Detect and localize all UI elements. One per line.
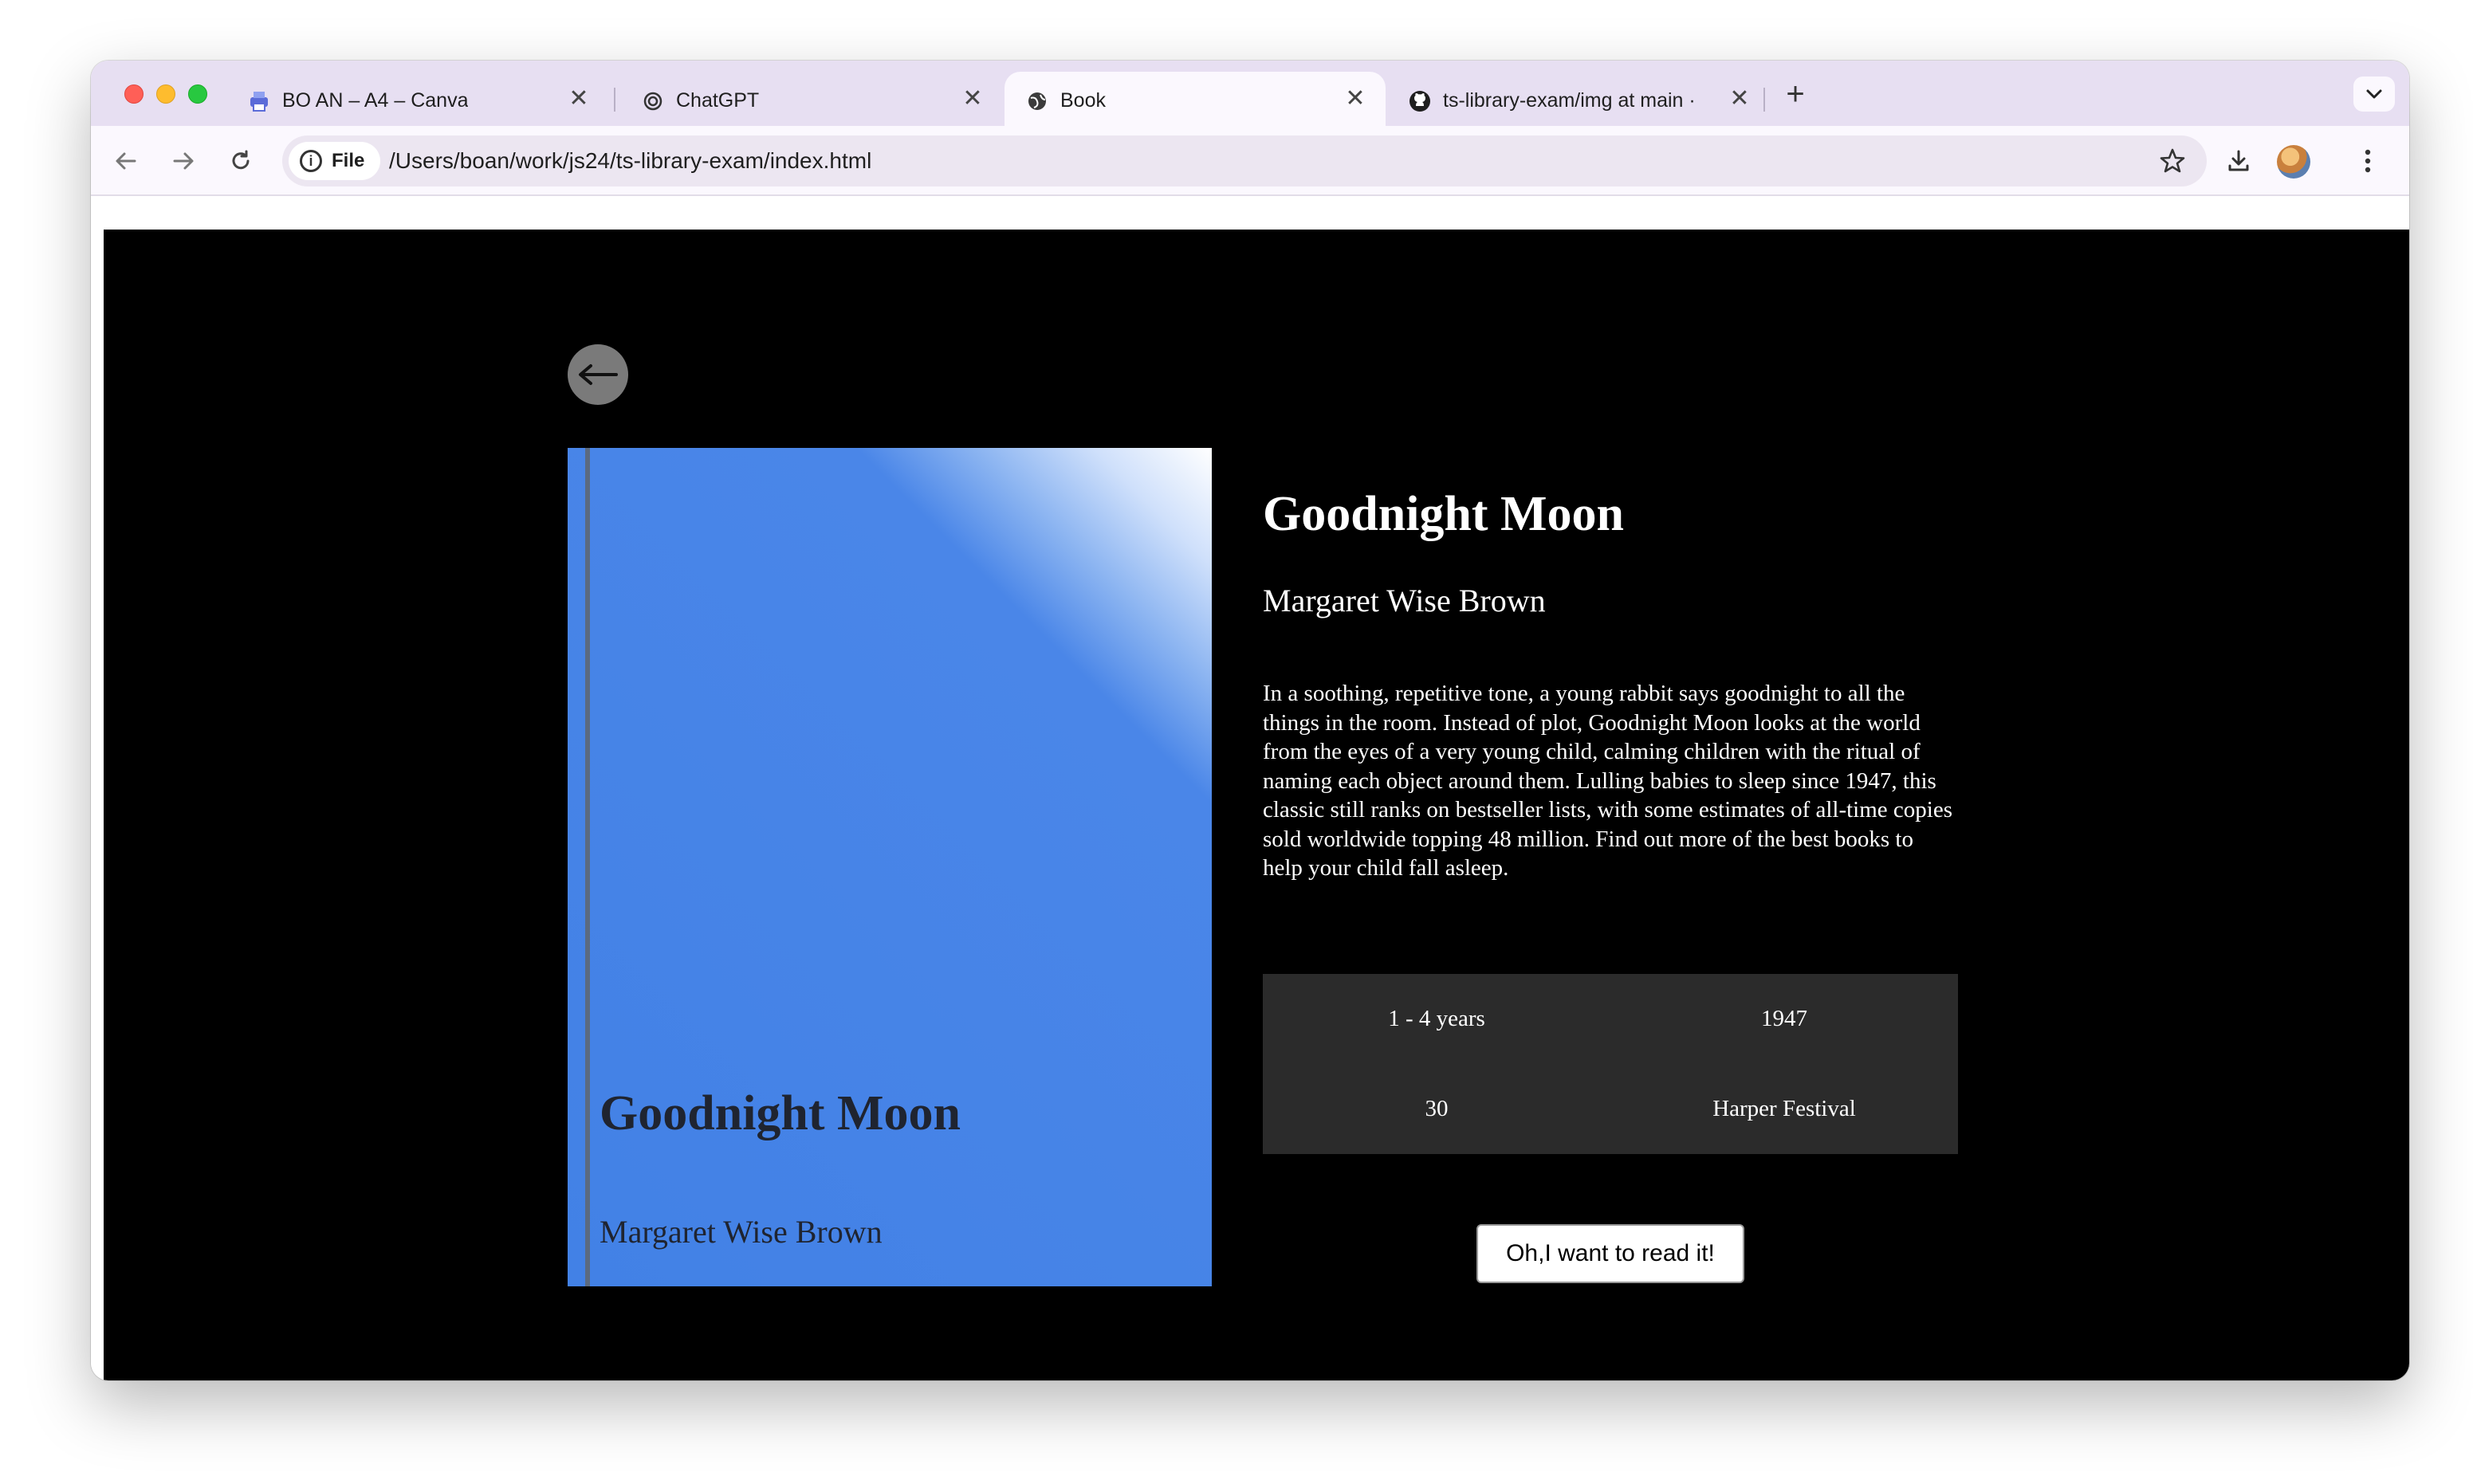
- back-nav-button[interactable]: [107, 142, 145, 180]
- chatgpt-icon: [641, 89, 665, 113]
- forward-nav-button[interactable]: [164, 142, 202, 180]
- browser-window: BO AN – A4 – Canva ✕ ChatGPT ✕ Book ✕ ts…: [91, 61, 2409, 1380]
- tab-title: BO AN – A4 – Canva: [282, 89, 469, 112]
- cover-author: Margaret Wise Brown: [600, 1214, 883, 1250]
- tab-github[interactable]: ts-library-exam/img at main · ✕: [1387, 72, 1770, 126]
- age-range-cell: 1 - 4 years: [1388, 1006, 1485, 1031]
- tab-search-button[interactable]: [2353, 77, 2395, 112]
- year-cell: 1947: [1761, 1006, 1807, 1031]
- book-page: Goodnight Moon Margaret Wise Brown Goodn…: [104, 230, 2409, 1380]
- new-tab-button[interactable]: +: [1776, 77, 1814, 115]
- close-icon[interactable]: ✕: [1343, 86, 1368, 112]
- github-icon: [1408, 89, 1432, 113]
- tab-chatgpt[interactable]: ChatGPT ✕: [620, 72, 1003, 126]
- tab-title: ChatGPT: [676, 89, 760, 112]
- pages-cell: 30: [1425, 1096, 1449, 1121]
- chevron-down-icon: [2366, 89, 2382, 99]
- bookmark-star-icon[interactable]: [2159, 143, 2186, 183]
- tab-separator: [614, 88, 615, 112]
- canva-printer-icon: [247, 89, 271, 113]
- arrow-left-icon: [579, 364, 618, 385]
- browser-menu-button[interactable]: [2352, 142, 2384, 180]
- url-text[interactable]: /Users/boan/work/js24/ts-library-exam/in…: [389, 135, 871, 186]
- read-it-button[interactable]: Oh,I want to read it!: [1476, 1224, 1744, 1283]
- site-info-chip[interactable]: i File: [289, 142, 381, 180]
- chip-label: File: [332, 150, 365, 171]
- book-author: Margaret Wise Brown: [1263, 583, 1546, 618]
- book-cover: Goodnight Moon Margaret Wise Brown: [568, 448, 1212, 1286]
- back-button[interactable]: [568, 344, 628, 405]
- close-icon[interactable]: ✕: [1727, 86, 1752, 112]
- browser-toolbar: i File /Users/boan/work/js24/ts-library-…: [91, 126, 2409, 196]
- minimize-window-button[interactable]: [156, 84, 175, 104]
- download-icon: [2228, 150, 2249, 171]
- tab-title: Book: [1060, 89, 1106, 112]
- download-button[interactable]: [2219, 142, 2258, 180]
- cover-spine: [585, 448, 590, 1286]
- reload-button[interactable]: [222, 142, 260, 180]
- arrow-right-icon: [173, 152, 194, 170]
- maximize-window-button[interactable]: [188, 84, 207, 104]
- close-icon[interactable]: ✕: [960, 86, 985, 112]
- globe-icon: [1025, 89, 1049, 113]
- tab-canva[interactable]: BO AN – A4 – Canva ✕: [226, 72, 609, 126]
- tab-book[interactable]: Book ✕: [1005, 72, 1386, 126]
- reload-icon: [232, 150, 250, 170]
- book-title: Goodnight Moon: [1263, 487, 1625, 541]
- arrow-left-icon: [116, 152, 136, 170]
- close-window-button[interactable]: [124, 84, 144, 104]
- page-viewport: Goodnight Moon Margaret Wise Brown Goodn…: [91, 198, 2409, 1380]
- info-icon: i: [300, 150, 322, 172]
- tab-strip: BO AN – A4 – Canva ✕ ChatGPT ✕ Book ✕ ts…: [91, 61, 2409, 126]
- profile-avatar[interactable]: [2277, 145, 2310, 179]
- cover-title: Goodnight Moon: [600, 1086, 961, 1140]
- kebab-menu-icon: [2365, 149, 2371, 173]
- tab-separator: [1763, 88, 1765, 112]
- close-icon[interactable]: ✕: [566, 86, 592, 112]
- tab-title: ts-library-exam/img at main ·: [1443, 89, 1696, 112]
- publisher-cell: Harper Festival: [1712, 1096, 1856, 1121]
- address-bar[interactable]: i File /Users/boan/work/js24/ts-library-…: [282, 135, 2207, 186]
- book-description: In a soothing, repetitive tone, a young …: [1263, 681, 1953, 881]
- book-info-table: 1 - 4 years 1947 30 Harper Festival: [1263, 974, 1958, 1154]
